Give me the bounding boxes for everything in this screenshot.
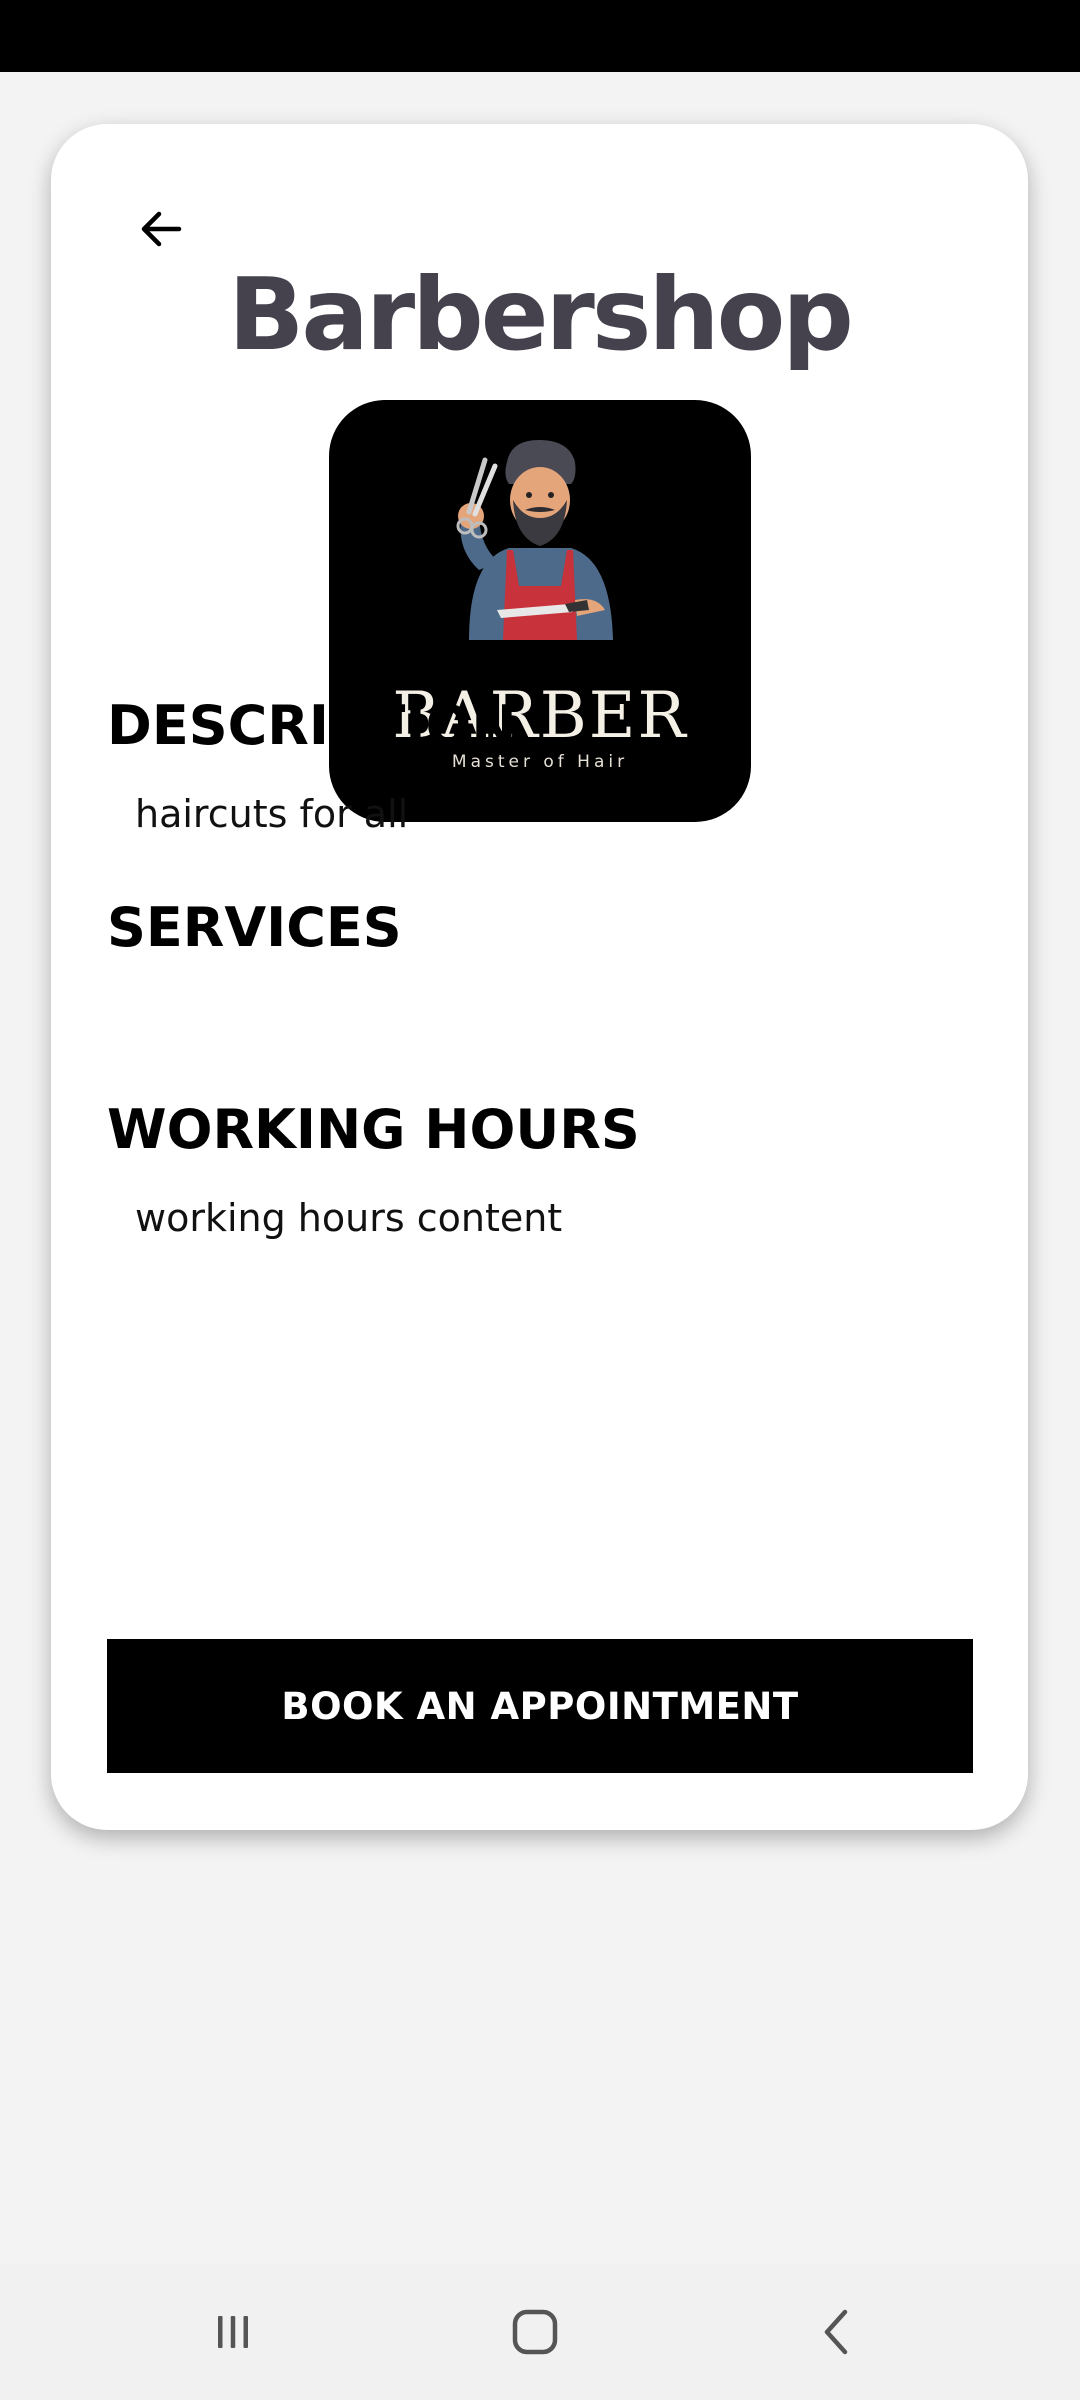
nav-back-button[interactable] — [757, 2264, 917, 2400]
working-hours-text: working hours content — [135, 1196, 563, 1240]
recents-icon — [218, 2316, 248, 2348]
status-bar — [0, 0, 1080, 72]
nav-home-button[interactable] — [455, 2264, 615, 2400]
services-heading: SERVICES — [107, 896, 402, 959]
arrow-left-icon — [141, 211, 182, 247]
description-heading: DESCRIPTION — [107, 694, 517, 757]
book-appointment-button[interactable]: BOOK AN APPOINTMENT — [107, 1639, 973, 1773]
shop-detail-card: Barbershop BARBER Master of Hair DESCRIP… — [51, 124, 1028, 1830]
system-nav-bar — [0, 2264, 1080, 2400]
working-hours-heading: WORKING HOURS — [107, 1098, 640, 1161]
chevron-left-icon — [824, 2309, 848, 2355]
shop-title: Barbershop — [228, 256, 854, 373]
shop-logo: BARBER Master of Hair — [329, 400, 751, 822]
nav-recents-button[interactable] — [153, 2264, 313, 2400]
description-text: haircuts for all — [135, 792, 409, 836]
home-icon — [512, 2309, 558, 2355]
